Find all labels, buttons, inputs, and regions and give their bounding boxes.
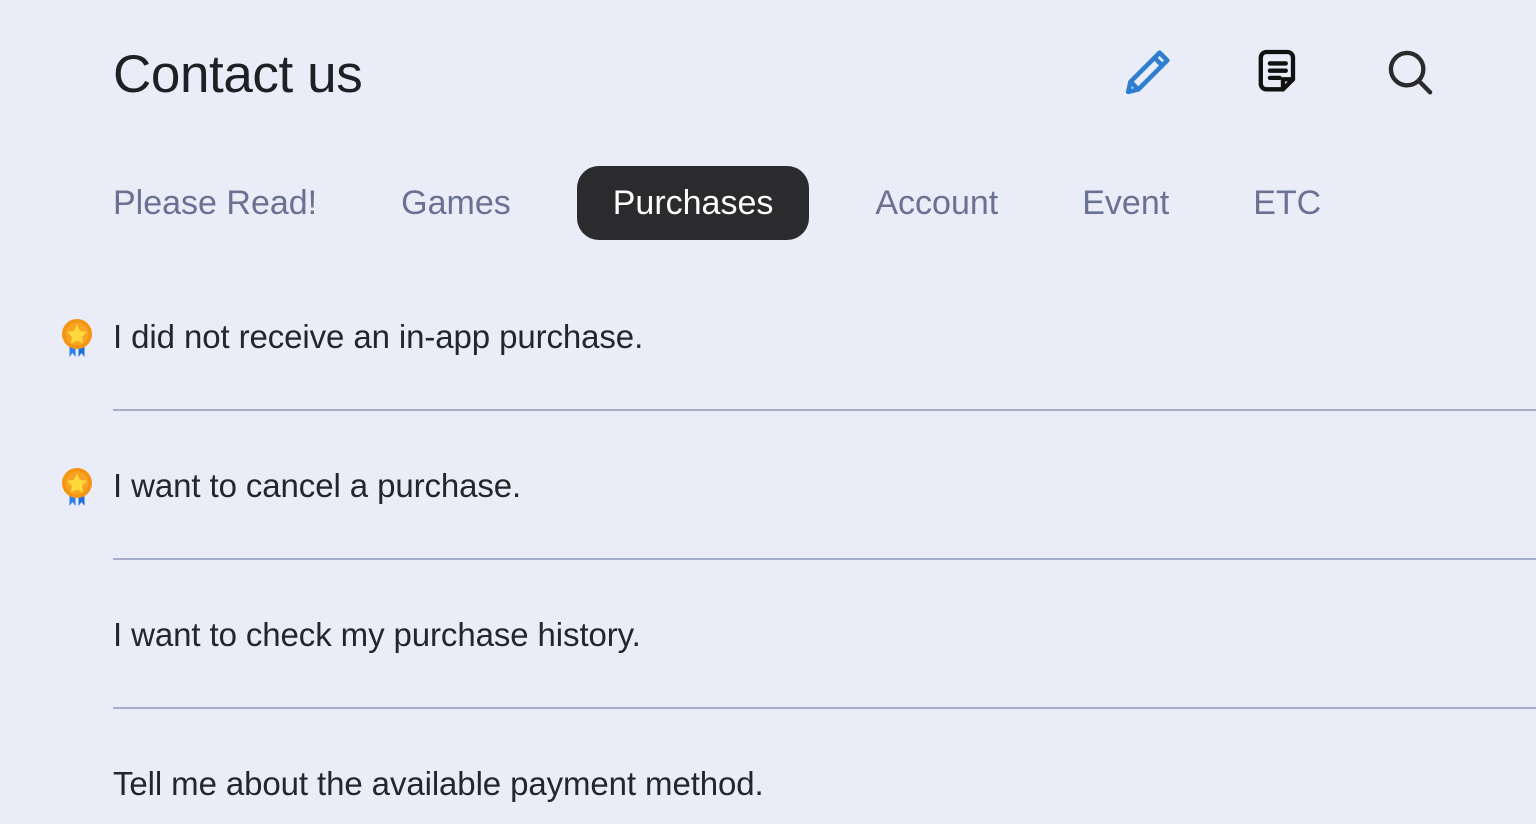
faq-list: I did not receive an in-app purchase. I … (0, 262, 1536, 824)
list-item-label: I want to cancel a purchase. (113, 466, 522, 504)
edit-button[interactable] (1116, 43, 1178, 105)
notice-icon (1251, 45, 1307, 104)
header-actions (1116, 43, 1458, 105)
tab-event[interactable]: Event (1082, 186, 1169, 220)
list-item-label: I want to check my purchase history. (113, 615, 641, 653)
category-tabbar[interactable]: Please Read! Games Purchases Account Eve… (0, 148, 1536, 258)
edit-icon (1118, 44, 1176, 105)
tab-please-read[interactable]: Please Read! (113, 186, 317, 220)
search-icon (1382, 44, 1440, 105)
header-bar: Contact us (0, 0, 1536, 148)
list-item[interactable]: I want to check my purchase history. (0, 560, 1536, 709)
tab-etc[interactable]: ETC (1253, 186, 1321, 220)
tab-purchases[interactable]: Purchases (576, 166, 810, 240)
list-item[interactable]: I want to cancel a purchase. (0, 411, 1536, 560)
medal-badge-icon (57, 464, 97, 508)
list-item[interactable]: Tell me about the available payment meth… (0, 709, 1536, 824)
page-title: Contact us (113, 44, 363, 104)
list-item[interactable]: I did not receive an in-app purchase. (0, 262, 1536, 411)
tab-games[interactable]: Games (401, 186, 511, 220)
notice-button[interactable] (1248, 43, 1310, 105)
medal-badge-icon (57, 315, 97, 359)
search-button[interactable] (1380, 43, 1442, 105)
list-item-label: I did not receive an in-app purchase. (113, 317, 644, 355)
list-item-label: Tell me about the available payment meth… (113, 764, 764, 802)
contact-us-screen: Contact us Please Read! Games Purchases … (0, 0, 1536, 824)
tab-account[interactable]: Account (875, 186, 998, 220)
